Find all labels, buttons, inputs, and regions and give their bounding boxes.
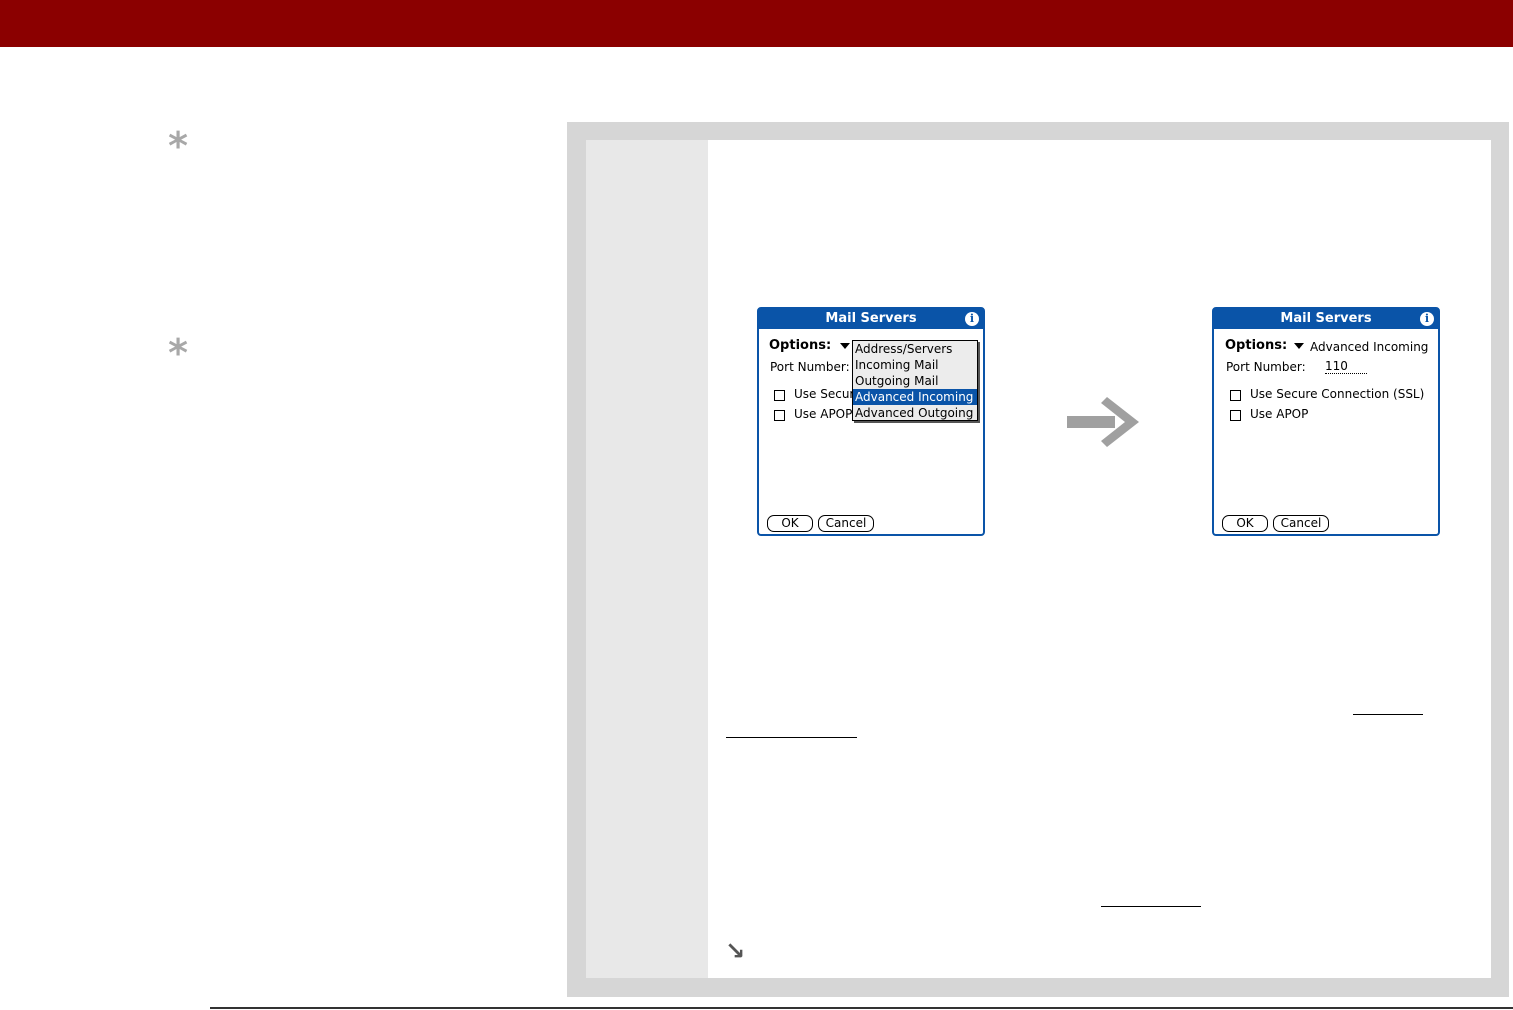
ssl-checkbox[interactable] <box>1230 390 1241 401</box>
menu-item-advanced-outgoing[interactable]: Advanced Outgoing <box>853 405 977 421</box>
tip-asterisk-icon: * <box>168 124 188 168</box>
cancel-button[interactable]: Cancel <box>818 515 874 532</box>
cancel-button[interactable]: Cancel <box>1273 515 1329 532</box>
ok-button[interactable]: OK <box>767 515 813 532</box>
options-selected-value[interactable]: Advanced Incoming <box>1310 340 1428 354</box>
header-bar <box>0 0 1513 47</box>
apop-checkbox-label: Use APOP <box>794 407 852 421</box>
down-right-arrow-icon[interactable]: ↘ <box>725 939 749 963</box>
options-dropdown-menu: Address/Servers Incoming Mail Outgoing M… <box>852 340 978 421</box>
link-underline[interactable] <box>1101 906 1201 907</box>
mail-servers-dialog-menu-open: Mail Servers i Options: Port Number: Use… <box>757 307 985 536</box>
apop-checkbox[interactable] <box>1230 410 1241 421</box>
step-content <box>708 140 1491 978</box>
ok-button[interactable]: OK <box>1222 515 1268 532</box>
options-label: Options: <box>769 338 832 353</box>
menu-item-incoming-mail[interactable]: Incoming Mail <box>853 357 977 373</box>
port-number-label: Port Number: <box>1226 360 1306 374</box>
dialog-title: Mail Servers <box>1214 309 1438 329</box>
step-number-column <box>586 140 708 978</box>
ssl-checkbox[interactable] <box>774 390 785 401</box>
info-icon[interactable]: i <box>1420 312 1434 326</box>
options-label: Options: <box>1225 338 1288 353</box>
apop-checkbox[interactable] <box>774 410 785 421</box>
link-underline[interactable] <box>1353 714 1423 715</box>
ssl-checkbox-label: Use Secure Connection (SSL) <box>1250 387 1425 401</box>
menu-item-outgoing-mail[interactable]: Outgoing Mail <box>853 373 977 389</box>
ssl-checkbox-label: Use Secure <box>794 387 852 401</box>
port-number-label: Port Number: <box>770 360 850 374</box>
menu-item-advanced-incoming[interactable]: Advanced Incoming <box>853 389 977 405</box>
mail-servers-dialog-advanced-incoming: Mail Servers i Options: Advanced Incomin… <box>1212 307 1440 536</box>
menu-item-address-servers[interactable]: Address/Servers <box>853 341 977 357</box>
tip-asterisk-icon: * <box>168 331 188 375</box>
apop-checkbox-label: Use APOP <box>1250 407 1309 421</box>
dialog-title: Mail Servers <box>759 309 983 329</box>
info-icon[interactable]: i <box>965 312 979 326</box>
footer-rule <box>210 1007 1513 1009</box>
triangle-down-icon[interactable] <box>840 343 850 349</box>
triangle-down-icon[interactable] <box>1294 343 1304 349</box>
port-number-field[interactable]: 110 <box>1325 359 1367 374</box>
link-underline[interactable] <box>726 737 857 738</box>
right-arrow-icon <box>1067 397 1139 447</box>
